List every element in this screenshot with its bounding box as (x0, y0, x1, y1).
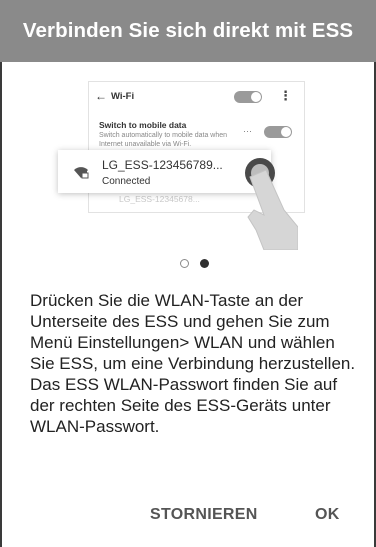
wifi-lock-icon (74, 167, 89, 179)
switch-mobile-desc: Switch automatically to mobile data when… (99, 132, 228, 148)
tap-hand-icon (245, 158, 298, 250)
more-vert-icon: ⋮ (279, 88, 292, 103)
arrow-left-icon: ← (95, 89, 107, 103)
switch-more-icon: ··· (243, 126, 252, 136)
cancel-button[interactable]: STORNIEREN (150, 506, 258, 524)
wifi-toggle-icon (234, 91, 262, 103)
dialog-message: Drücken Sie die WLAN-Taste an der Unters… (30, 291, 356, 436)
pager-dot-2-active[interactable] (200, 259, 209, 268)
switch-mobile-title: Switch to mobile data (99, 120, 187, 130)
mobile-data-toggle-icon (264, 126, 292, 138)
wifi-illustration: ← Wi-Fi ⋮ Switch to mobile data Switch a… (0, 0, 376, 250)
background-network-label: LG_ESS-12345678... (119, 194, 200, 204)
pager-dot-1[interactable] (180, 259, 189, 268)
ok-button[interactable]: OK (315, 506, 340, 524)
wifi-screen-title: Wi-Fi (111, 91, 135, 102)
wifi-header: ← Wi-Fi ⋮ (95, 88, 298, 105)
network-ssid: LG_ESS-123456789... (102, 158, 223, 172)
dialog-actions: STORNIEREN OK (0, 506, 376, 530)
network-status: Connected (102, 176, 151, 187)
